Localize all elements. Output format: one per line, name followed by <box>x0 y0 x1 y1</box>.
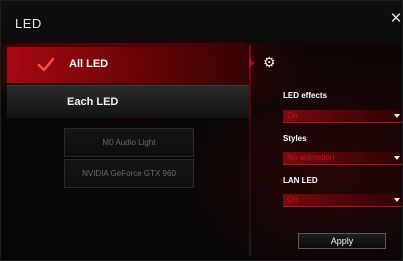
chevron-down-icon <box>394 198 400 202</box>
nav-item-all-led[interactable]: All LED <box>7 47 249 83</box>
lan-led-label: LAN LED <box>283 176 318 185</box>
window-title: LED <box>15 16 42 31</box>
device-item-nvidia-gtx-960[interactable]: NVIDIA GeForce GTX 960 <box>64 159 194 188</box>
led-effects-value: On <box>287 111 298 120</box>
led-effects-select[interactable]: On <box>283 110 402 123</box>
styles-label: Styles <box>283 134 307 143</box>
close-icon[interactable]: ✕ <box>389 11 402 26</box>
nav-item-all-led-label: All LED <box>69 58 109 70</box>
settings-panel <box>251 45 402 257</box>
title-bar: LED ✕ <box>1 1 402 43</box>
apply-button[interactable]: Apply <box>298 233 386 249</box>
chevron-down-icon <box>394 156 400 160</box>
chevron-down-icon <box>394 114 400 118</box>
check-icon <box>37 57 55 72</box>
nav-item-each-led[interactable]: Each LED <box>7 85 249 118</box>
led-window: LED ✕ All LED Each LED M0 Audio Light NV… <box>0 0 403 261</box>
gear-icon: ⚙ <box>263 54 276 70</box>
device-item-m0-audio-light[interactable]: M0 Audio Light <box>64 128 194 157</box>
styles-value: No animation <box>287 153 335 162</box>
led-effects-label: LED effects <box>283 91 328 100</box>
styles-select[interactable]: No animation <box>283 152 402 165</box>
lan-led-value: On <box>287 195 298 204</box>
lan-led-select[interactable]: On <box>283 194 402 207</box>
nav-item-each-led-label: Each LED <box>67 96 119 108</box>
